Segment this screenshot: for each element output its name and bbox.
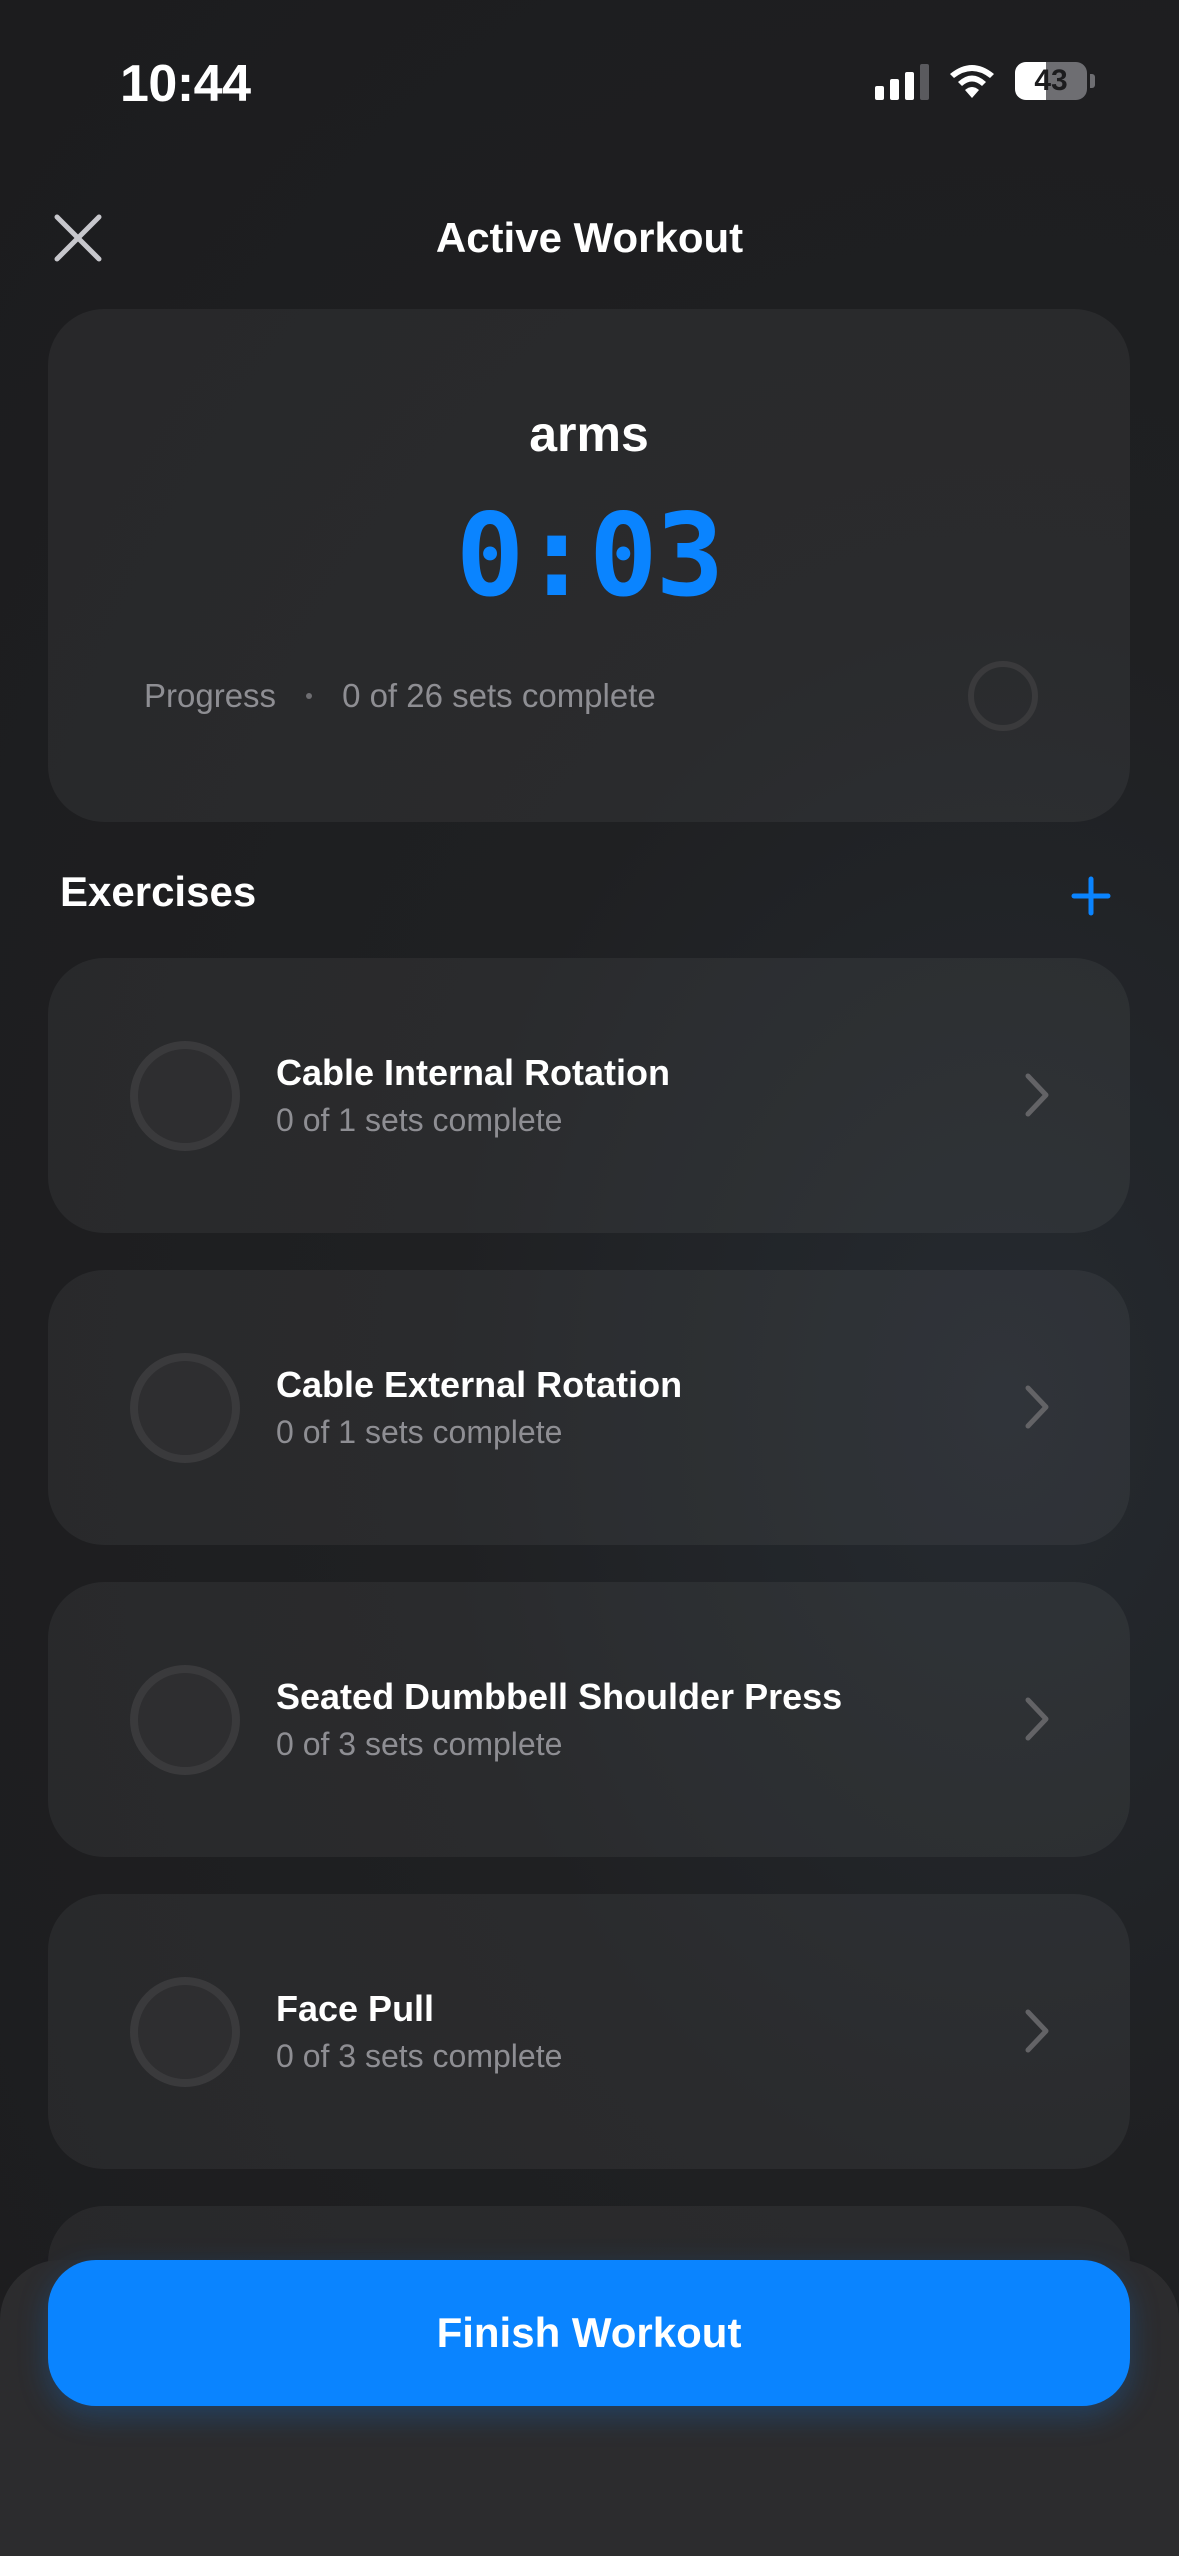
exercise-progress-ring	[130, 1665, 240, 1775]
exercises-title: Exercises	[60, 868, 257, 915]
exercise-status: 0 of 1 sets complete	[276, 1102, 563, 1138]
exercise-progress-ring	[130, 1041, 240, 1151]
status-bar: 10:44 43	[0, 0, 1179, 170]
exercise-progress-ring	[130, 1353, 240, 1463]
chevron-right-icon	[1025, 1385, 1049, 1429]
progress-text: 0 of 26 sets complete	[342, 677, 656, 714]
battery-icon: 43	[1015, 62, 1095, 100]
chevron-right-icon	[1025, 1697, 1049, 1741]
page-title: Active Workout	[435, 214, 744, 261]
add-exercise-button[interactable]	[1063, 868, 1119, 924]
chevron-right-icon	[1025, 1073, 1049, 1117]
exercise-name: Cable Internal Rotation	[276, 1052, 671, 1093]
status-time: 10:44	[120, 55, 251, 113]
plus-icon	[1071, 876, 1111, 916]
exercise-card[interactable]: Cable External Rotation 0 of 1 sets comp…	[48, 1270, 1130, 1545]
exercise-card[interactable]: Face Pull 0 of 3 sets complete	[48, 1894, 1130, 2169]
exercise-status: 0 of 3 sets complete	[276, 2038, 563, 2074]
exercise-name: Seated Dumbbell Shoulder Press	[276, 1676, 843, 1717]
progress-row: Progress 0 of 26 sets complete	[144, 677, 656, 715]
separator-dot	[306, 693, 313, 699]
exercise-status: 0 of 3 sets complete	[276, 1726, 563, 1762]
wifi-icon	[950, 65, 994, 98]
workout-timer: 0:03	[455, 489, 725, 622]
exercise-name: Cable External Rotation	[276, 1364, 683, 1405]
workout-summary-card: arms 0:03 Progress 0 of 26 sets complete	[48, 309, 1130, 822]
finish-workout-button[interactable]: Finish Workout	[48, 2260, 1130, 2406]
chevron-right-icon	[1025, 2009, 1049, 2053]
cellular-signal-icon	[875, 62, 929, 100]
progress-label: Progress	[144, 677, 277, 714]
workout-name: arms	[529, 406, 649, 462]
progress-ring	[968, 661, 1038, 731]
exercise-name: Face Pull	[276, 1988, 435, 2029]
close-button[interactable]	[48, 208, 108, 268]
exercise-status: 0 of 1 sets complete	[276, 1414, 563, 1450]
battery-level: 43	[1034, 64, 1068, 97]
close-icon	[54, 214, 102, 262]
exercise-card[interactable]: Seated Dumbbell Shoulder Press 0 of 3 se…	[48, 1582, 1130, 1857]
status-icons: 43	[875, 62, 1095, 100]
exercise-card[interactable]: Cable Internal Rotation 0 of 1 sets comp…	[48, 958, 1130, 1233]
exercise-progress-ring	[130, 1977, 240, 2087]
